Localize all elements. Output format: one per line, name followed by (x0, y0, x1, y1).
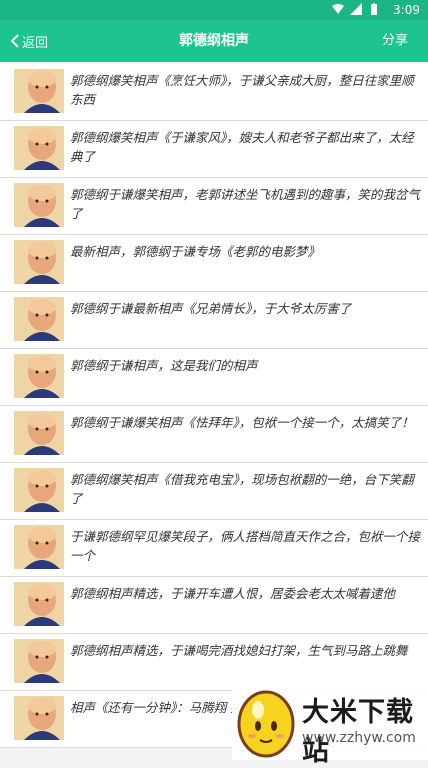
thumbnail-image (14, 126, 64, 170)
back-button[interactable]: 返回 (10, 20, 48, 62)
list-item[interactable]: 最新相声，郭德纲于谦专场《老郭的电影梦》 (0, 235, 428, 292)
battery-icon (371, 3, 377, 15)
chevron-left-icon (10, 34, 19, 48)
watermark-name: 大米下载站 (302, 697, 414, 767)
egg-mascot-logo (237, 690, 295, 758)
thumbnail-image (14, 468, 64, 512)
list-item[interactable]: 郭德纲爆笑相声《烹饪大师》，于谦父亲成大厨，整日往家里顺东西 (0, 64, 428, 121)
thumbnail-image (14, 183, 64, 227)
thumbnail-image (14, 240, 64, 284)
list-item-text: 郭德纲相声精选，于谦喝完酒找媳妇打架，生气到马路上跳舞 (70, 643, 408, 658)
list-item-text: 郭德纲于谦最新相声《兄弟情长》，于大爷太厉害了 (70, 301, 352, 316)
wifi-icon (332, 4, 344, 14)
list-item[interactable]: 郭德纲爆笑相声《于谦家风》，嫂夫人和老爷子都出来了，太经典了 (0, 121, 428, 178)
list-item[interactable]: 于谦郭德纲罕见爆笑段子，俩人搭档简直天作之合，包袱一个接一个 (0, 520, 428, 577)
list-item[interactable]: 郭德纲相声精选，于谦开车遭人恨，居委会老太太喊着逮他 (0, 577, 428, 634)
thumbnail-image (14, 696, 64, 740)
thumbnail-image (14, 525, 64, 569)
list-item-text: 郭德纲相声精选，于谦开车遭人恨，居委会老太太喊着逮他 (70, 586, 396, 601)
list-item-text: 郭德纲爆笑相声《烹饪大师》，于谦父亲成大厨，整日往家里顺东西 (70, 73, 414, 107)
back-label: 返回 (22, 35, 49, 51)
article-list: 郭德纲爆笑相声《烹饪大师》，于谦父亲成大厨，整日往家里顺东西 郭德纲爆笑相声《于… (0, 64, 428, 748)
list-item-text: 郭德纲爆笑相声《借我充电宝》，现场包袱翻的一绝，台下笑翻了 (70, 472, 414, 506)
share-button[interactable]: 分享 (382, 20, 408, 62)
list-item-text: 郭德纲于谦爆笑相声，老郭讲述坐飞机遇到的趣事，笑的我岔气了 (70, 187, 421, 221)
thumbnail-image (14, 297, 64, 341)
status-time: 3:09 (393, 3, 420, 17)
list-item-text: 郭德纲于谦相声，这是我们的相声 (70, 358, 258, 373)
thumbnail-image (14, 582, 64, 626)
app-bar: 返回 郭德纲相声 分享 (0, 20, 428, 62)
list-item[interactable]: 郭德纲于谦最新相声《兄弟情长》，于大爷太厉害了 (0, 292, 428, 349)
list-item-text: 于谦郭德纲罕见爆笑段子，俩人搭档简直天作之合，包袱一个接一个 (70, 529, 421, 563)
thumbnail-image (14, 69, 64, 113)
list-item-text: 最新相声，郭德纲于谦专场《老郭的电影梦》 (70, 244, 321, 259)
list-item[interactable]: 郭德纲于谦相声，这是我们的相声 (0, 349, 428, 406)
list-item-text: 郭德纲于谦爆笑相声《怯拜年》，包袱一个接一个，太搞笑了！ (70, 415, 414, 430)
thumbnail-image (14, 354, 64, 398)
page-title: 郭德纲相声 (179, 33, 249, 49)
thumbnail-image (14, 411, 64, 455)
thumbnail-image (14, 639, 64, 683)
list-item-text: 郭德纲爆笑相声《于谦家风》，嫂夫人和老爷子都出来了，太经典了 (70, 130, 414, 164)
list-item[interactable]: 郭德纲于谦爆笑相声《怯拜年》，包袱一个接一个，太搞笑了！ (0, 406, 428, 463)
watermark-url: www.zzhyw.com (302, 730, 416, 746)
status-bar: 3:09 (0, 0, 428, 20)
list-item[interactable]: 郭德纲于谦爆笑相声，老郭讲述坐飞机遇到的趣事，笑的我岔气了 (0, 178, 428, 235)
signal-icon (350, 3, 362, 15)
list-item[interactable]: 郭德纲爆笑相声《借我充电宝》，现场包袱翻的一绝，台下笑翻了 (0, 463, 428, 520)
watermark: 大米下载站 www.zzhyw.com (232, 680, 428, 767)
status-icons (332, 3, 380, 15)
